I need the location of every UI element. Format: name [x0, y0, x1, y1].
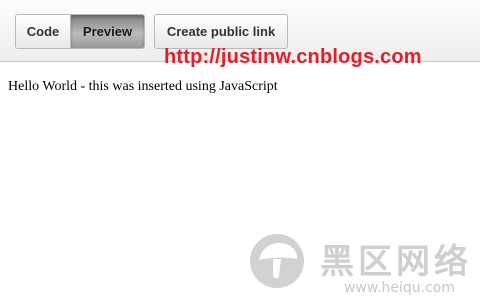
logo-domain-text: www.heiqu.com [344, 280, 456, 296]
logo-chinese-text: 黑区网络 [320, 242, 472, 282]
mushroom-logo-icon [250, 234, 304, 288]
create-public-link-button[interactable]: Create public link [154, 14, 288, 49]
code-tab-button[interactable]: Code [16, 15, 71, 48]
view-toggle-group: Code Preview [15, 14, 145, 49]
preview-tab-button[interactable]: Preview [71, 15, 144, 48]
preview-output-text: Hello World - this was inserted using Ja… [8, 79, 278, 94]
site-watermark-logo: 黑区网络 www.heiqu.com [244, 232, 480, 300]
